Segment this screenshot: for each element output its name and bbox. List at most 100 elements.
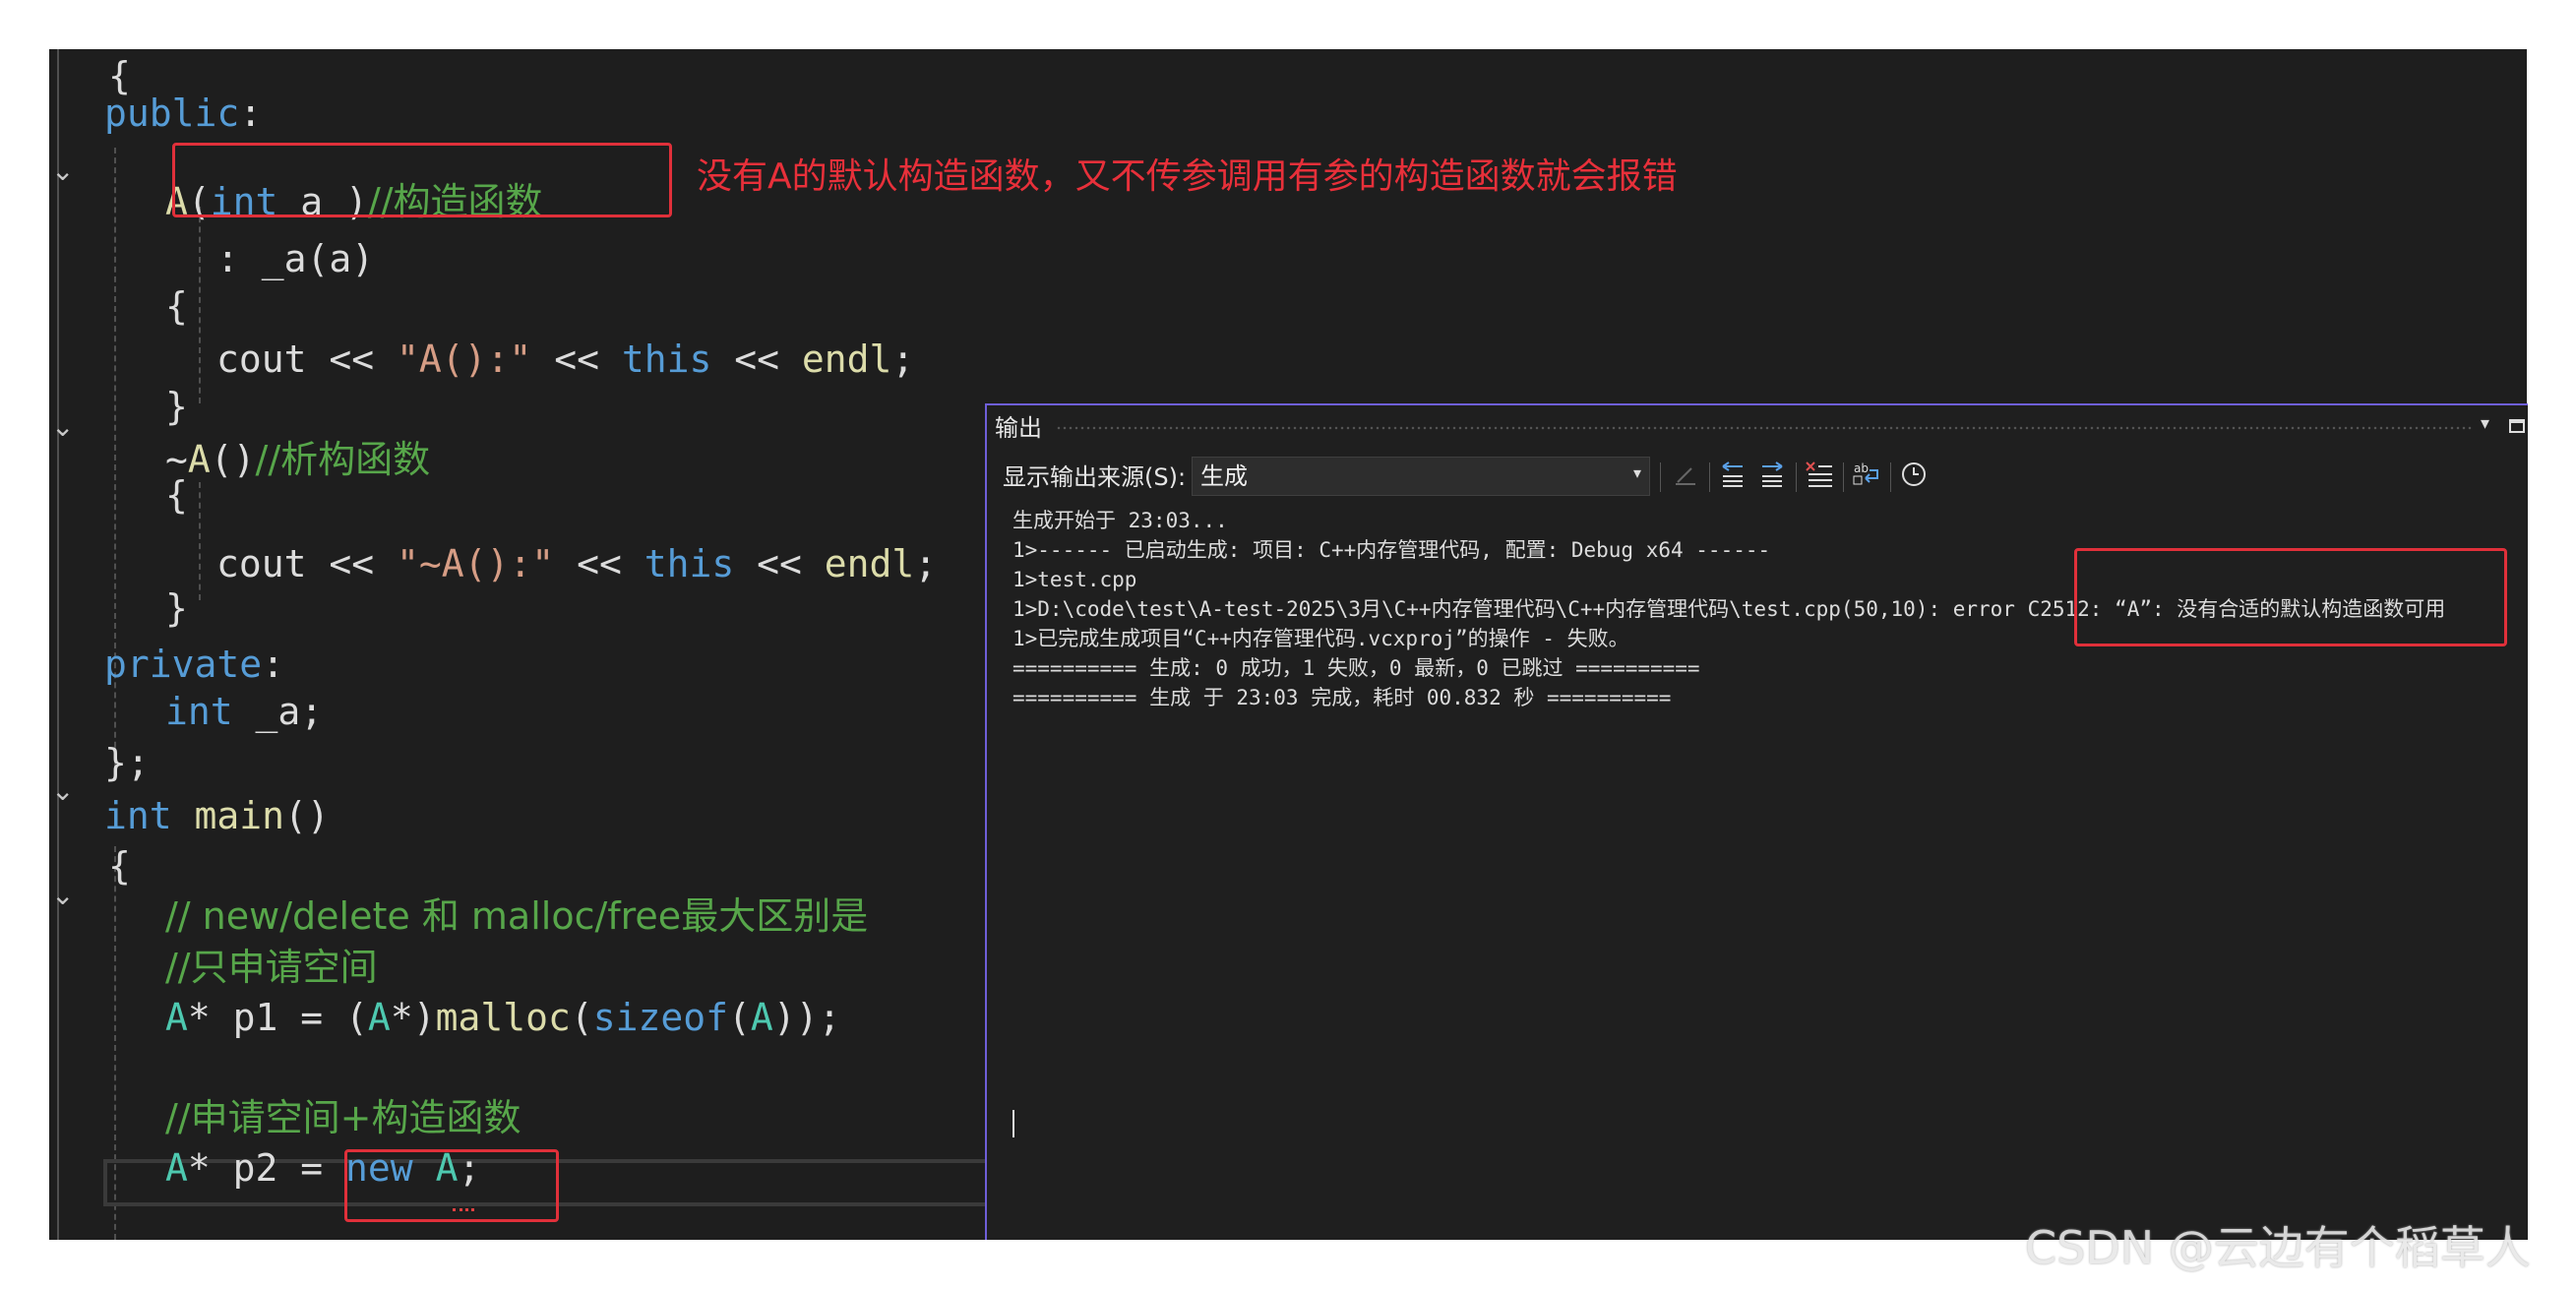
code-token: cout <<: [216, 542, 398, 585]
code-token: (: [728, 995, 751, 1039]
collapse-chevron-icon[interactable]: ⌄: [51, 777, 75, 805]
code-token: main: [194, 794, 285, 837]
indent-guide: [199, 207, 201, 403]
output-line: ========== 生成 于 23:03 完成，耗时 00.832 秒 ===…: [1012, 686, 1672, 709]
code-token: * p2 =: [187, 1146, 346, 1191]
code-line[interactable]: ~A()//析构函数: [165, 433, 430, 486]
watermark: CSDN @云边有个稻草人: [2025, 1221, 2531, 1274]
code-token: malloc: [435, 995, 571, 1039]
output-source-select[interactable]: 生成 ▾: [1192, 457, 1650, 496]
code-line[interactable]: //只申请空间: [165, 941, 378, 994]
code-line[interactable]: A* p1 = (A*)malloc(sizeof(A));: [165, 991, 840, 1044]
code-token: "~A():": [397, 542, 555, 585]
code-line[interactable]: {: [165, 279, 188, 333]
code-token: //析构函数: [255, 438, 431, 482]
output-source-label: 显示输出来源(S):: [1003, 463, 1187, 491]
code-token: ;: [891, 338, 915, 381]
code-token: public: [104, 92, 240, 136]
maximize-icon[interactable]: [2509, 419, 2525, 433]
code-token: {: [165, 283, 188, 328]
code-token: :: [239, 92, 263, 136]
code-token: {: [165, 472, 188, 517]
collapse-chevron-icon[interactable]: ⌄: [51, 882, 75, 909]
code-token: {: [108, 844, 131, 889]
code-line[interactable]: : _a(a): [216, 232, 374, 285]
code-token: sizeof: [592, 995, 729, 1039]
code-token: :: [262, 643, 285, 687]
code-line[interactable]: int _a;: [165, 685, 323, 738]
highlight-box-constructor: [172, 143, 672, 217]
code-token: }: [165, 585, 188, 630]
code-token: (): [210, 438, 256, 482]
code-token: (): [284, 794, 330, 837]
code-token: A: [750, 995, 773, 1039]
find-message-icon[interactable]: [1670, 460, 1701, 492]
code-token: int: [165, 690, 233, 734]
code-line[interactable]: private:: [104, 638, 284, 691]
code-token: * p1 = (: [187, 995, 368, 1039]
code-line[interactable]: int main(): [104, 789, 330, 842]
code-line[interactable]: cout << "A():" << this << endl;: [216, 333, 914, 386]
code-token: <<: [554, 542, 644, 585]
code-token: }: [165, 385, 188, 428]
toolbar-separator: [1843, 462, 1844, 492]
highlight-box-new-a: [344, 1149, 559, 1222]
word-wrap-icon[interactable]: ab: [1851, 460, 1882, 492]
collapse-chevron-icon[interactable]: ⌄: [51, 413, 75, 441]
code-line[interactable]: }: [165, 582, 188, 635]
toolbar-separator: [1890, 462, 1891, 492]
collapse-chevron-icon[interactable]: ⌄: [51, 157, 75, 185]
code-line[interactable]: //申请空间+构造函数: [165, 1091, 521, 1144]
annotation-text: 没有A的默认构造函数，又不传参调用有参的构造函数就会报错: [697, 156, 1678, 197]
code-token: "A():": [397, 338, 532, 381]
code-line[interactable]: public:: [104, 87, 262, 140]
next-message-icon[interactable]: [1756, 460, 1788, 492]
outline-margin: [57, 49, 59, 1240]
output-window[interactable]: 输出 ▾ 显示输出来源(S): 生成 ▾ ab 生成开始于 23:03... 1…: [985, 403, 2528, 1240]
code-token: endl: [824, 542, 915, 585]
toolbar-separator: [1709, 462, 1710, 492]
prev-message-icon[interactable]: [1717, 460, 1748, 492]
code-token: _a;: [232, 690, 324, 734]
code-token: A: [187, 438, 211, 482]
code-token: *): [390, 995, 436, 1039]
code-token: private: [104, 643, 263, 687]
toolbar-separator: [1796, 462, 1797, 492]
output-title: 输出: [995, 414, 1042, 442]
code-token: //只申请空间: [165, 945, 378, 989]
code-token: <<: [531, 338, 622, 381]
code-token: // new/delete 和 malloc/free最大区别是: [165, 894, 869, 939]
code-token: ;: [914, 542, 938, 585]
code-line[interactable]: {: [108, 839, 131, 892]
highlight-box-error: [2074, 548, 2507, 646]
code-token: <<: [734, 542, 825, 585]
code-token: A: [165, 1146, 188, 1191]
code-line[interactable]: cout << "~A():" << this << endl;: [216, 537, 937, 590]
code-line[interactable]: // new/delete 和 malloc/free最大区别是: [165, 890, 868, 943]
svg-text:ab: ab: [1854, 461, 1869, 475]
code-line[interactable]: }: [165, 380, 188, 433]
code-line[interactable]: {: [165, 468, 188, 522]
code-token: //申请空间+构造函数: [165, 1096, 521, 1140]
code-token: A: [367, 995, 391, 1039]
code-token: (: [570, 995, 593, 1039]
clear-all-icon[interactable]: [1804, 460, 1835, 492]
code-token: this: [644, 542, 735, 585]
code-token: endl: [801, 338, 892, 381]
code-token: int: [104, 794, 172, 837]
title-grip[interactable]: [1056, 425, 2473, 431]
indent-guide: [199, 482, 201, 600]
code-token: };: [104, 740, 150, 784]
code-token: <<: [711, 338, 802, 381]
timestamp-icon[interactable]: [1898, 460, 1930, 492]
code-token: : _a(a): [216, 236, 375, 280]
code-token: A: [165, 995, 188, 1039]
output-source-value: 生成: [1200, 462, 1248, 490]
chevron-down-icon: ▾: [1632, 463, 1641, 482]
code-line[interactable]: };: [104, 736, 150, 789]
output-toolbar: 显示输出来源(S): 生成 ▾ ab: [987, 453, 2530, 502]
window-menu-dropdown-icon[interactable]: ▾: [2481, 413, 2489, 434]
toolbar-separator: [1660, 462, 1661, 492]
output-line: 生成开始于 23:03...: [1012, 509, 1228, 532]
